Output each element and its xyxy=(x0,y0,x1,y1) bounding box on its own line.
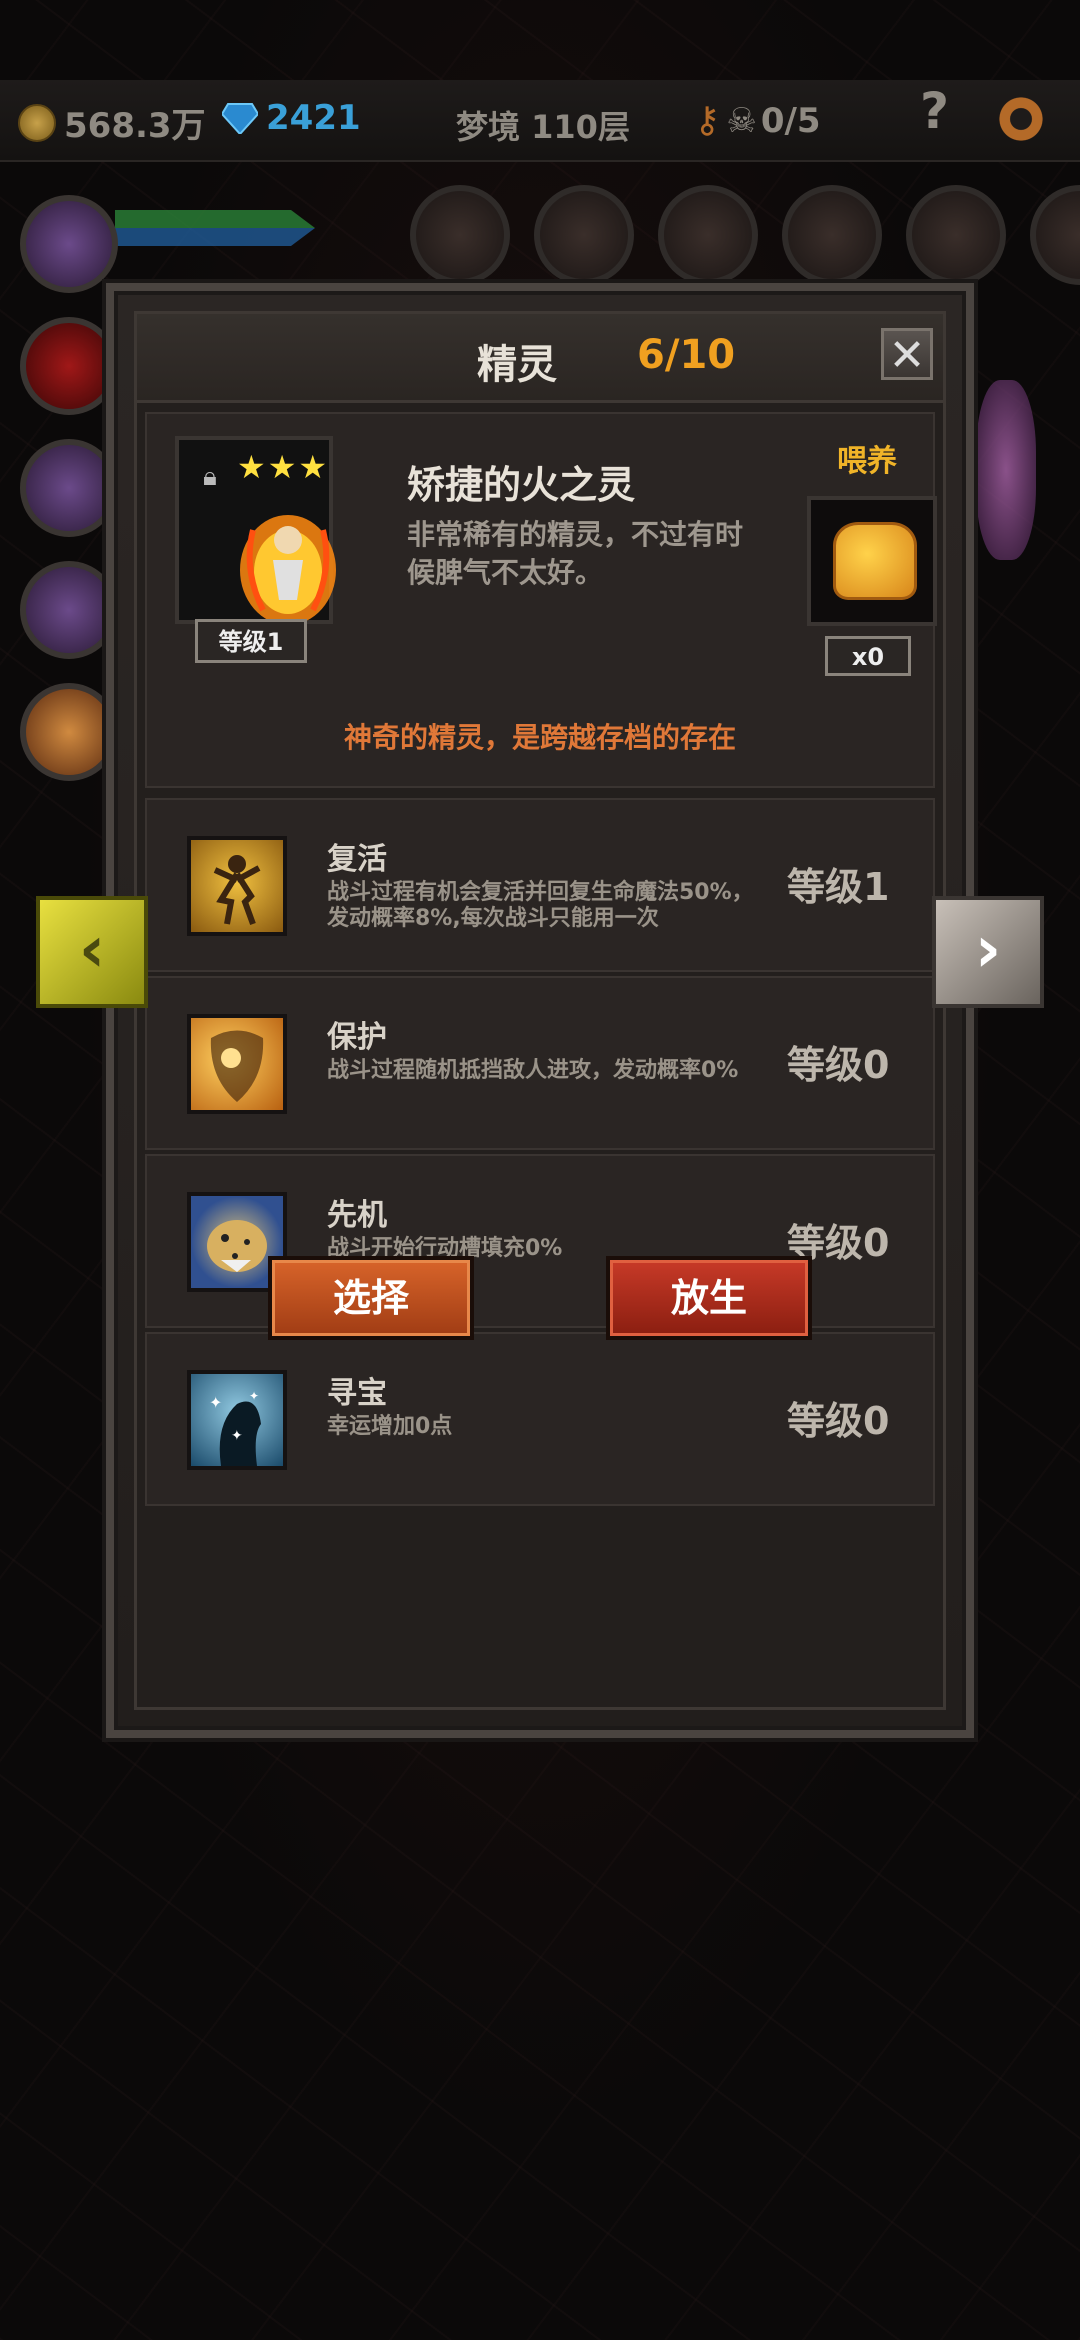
lock-icon[interactable]: 🔒︎ xyxy=(203,462,217,493)
skill-row[interactable]: 复活 战斗过程有机会复活并回复生命魔法50%，发动概率8%,每次战斗只能用一次 … xyxy=(145,798,935,972)
svg-text:✦: ✦ xyxy=(209,1393,222,1412)
hero-column xyxy=(20,195,120,805)
release-button[interactable]: 放生 xyxy=(606,1256,812,1340)
star-rating: ★★★ xyxy=(237,448,330,486)
hero-avatar[interactable] xyxy=(20,683,118,781)
gold-amount: 568.3万 xyxy=(64,106,206,146)
skill-level: 等级0 xyxy=(787,1043,890,1087)
keys-display: ⚷ ☠ 0/5 xyxy=(694,100,821,141)
gem-icon xyxy=(222,102,258,134)
top-bar: 568.3万 2421 梦境 110层 ⚷ ☠ 0/5 ? xyxy=(0,80,1080,162)
hero-avatar[interactable] xyxy=(20,317,118,415)
key-icon: ⚷ xyxy=(694,100,721,141)
next-arrow-button[interactable]: › xyxy=(932,896,1044,1008)
skill-description: 战斗过程随机抵挡敌人进攻，发动概率0% xyxy=(327,1058,739,1083)
skill-row[interactable]: ✦ ✦ ✦ 寻宝 幸运增加0点 等级0 xyxy=(145,1332,935,1506)
carrot-icon[interactable] xyxy=(658,185,758,285)
coin-icon xyxy=(18,103,56,142)
spirit-level-tag: 等级1 xyxy=(195,619,307,663)
skill-name: 寻宝 xyxy=(327,1376,387,1411)
panel-title: 精灵 xyxy=(477,342,557,388)
fire-spirit-icon xyxy=(240,515,336,625)
hero-avatar[interactable] xyxy=(20,439,118,537)
panel-inner: 精灵 6/10 ✕ ★★★ 🔒︎ 等级1 矫捷的火之灵 非常稀有的精灵，不过有时… xyxy=(134,311,946,1710)
skill-name: 复活 xyxy=(327,842,387,877)
gold-display: 568.3万 xyxy=(18,98,206,147)
hero-avatar[interactable] xyxy=(20,195,118,293)
bread-icon xyxy=(833,522,917,600)
feed-slot[interactable] xyxy=(807,496,937,626)
hero-avatar[interactable] xyxy=(20,561,118,659)
spirit-description: 非常稀有的精灵，不过有时候脾气不太好。 xyxy=(407,518,744,589)
spirit-name: 矫捷的火之灵 xyxy=(407,463,636,507)
spirit-count: 6/10 xyxy=(637,332,736,378)
beast-icon[interactable] xyxy=(1030,185,1080,285)
equipment-icons xyxy=(410,185,1080,285)
svg-text:✦: ✦ xyxy=(249,1389,259,1403)
skill-row[interactable]: 先机 战斗开始行动槽填充0% 等级0 xyxy=(145,1154,935,1328)
revive-icon xyxy=(187,836,287,936)
spirit-info: ★★★ 🔒︎ 等级1 矫捷的火之灵 非常稀有的精灵，不过有时候脾气不太好。 喂养… xyxy=(145,412,937,788)
spirit-tagline: 神奇的精灵，是跨越存档的存在 xyxy=(343,721,736,754)
panel-header: 精灵 6/10 ✕ xyxy=(137,314,943,403)
spirit-portrait[interactable]: ★★★ 🔒︎ xyxy=(175,436,336,625)
hero-hp-bar xyxy=(115,210,315,246)
skill-name: 先机 xyxy=(327,1198,387,1233)
flute-icon[interactable] xyxy=(534,185,634,285)
protect-icon xyxy=(187,1014,287,1114)
close-button[interactable]: ✕ xyxy=(881,328,933,381)
feather-icon[interactable] xyxy=(782,185,882,285)
feed-label: 喂养 xyxy=(837,444,897,479)
skill-level: 等级0 xyxy=(787,1399,890,1443)
runner-icon[interactable] xyxy=(906,185,1006,285)
skill-row[interactable]: 保护 战斗过程随机抵挡敌人进攻，发动概率0% 等级0 xyxy=(145,976,935,1150)
floor-label: 梦境 110层 xyxy=(456,108,630,146)
treasure-icon: ✦ ✦ ✦ xyxy=(187,1370,287,1470)
prev-arrow-button[interactable]: ‹ xyxy=(36,896,148,1008)
select-button[interactable]: 选择 xyxy=(268,1256,474,1340)
keys-count: 0/5 xyxy=(760,100,821,141)
skull-icon: ☠ xyxy=(726,100,757,141)
skill-description: 幸运增加0点 xyxy=(327,1414,453,1439)
settings-gear-icon[interactable] xyxy=(996,94,1046,144)
svg-text:✦: ✦ xyxy=(231,1428,243,1444)
gem-amount: 2421 xyxy=(266,98,361,138)
feed-count: x0 xyxy=(825,636,911,676)
skill-description: 战斗过程有机会复活并回复生命魔法50%，发动概率8%,每次战斗只能用一次 xyxy=(327,880,754,931)
side-character xyxy=(976,380,1036,560)
skill-level: 等级1 xyxy=(787,865,890,909)
bell-icon[interactable] xyxy=(410,185,510,285)
help-button[interactable]: ? xyxy=(920,82,949,140)
skill-name: 保护 xyxy=(327,1020,387,1055)
spirit-panel: 精灵 6/10 ✕ ★★★ 🔒︎ 等级1 矫捷的火之灵 非常稀有的精灵，不过有时… xyxy=(106,283,974,1738)
gem-display: 2421 xyxy=(222,98,361,138)
